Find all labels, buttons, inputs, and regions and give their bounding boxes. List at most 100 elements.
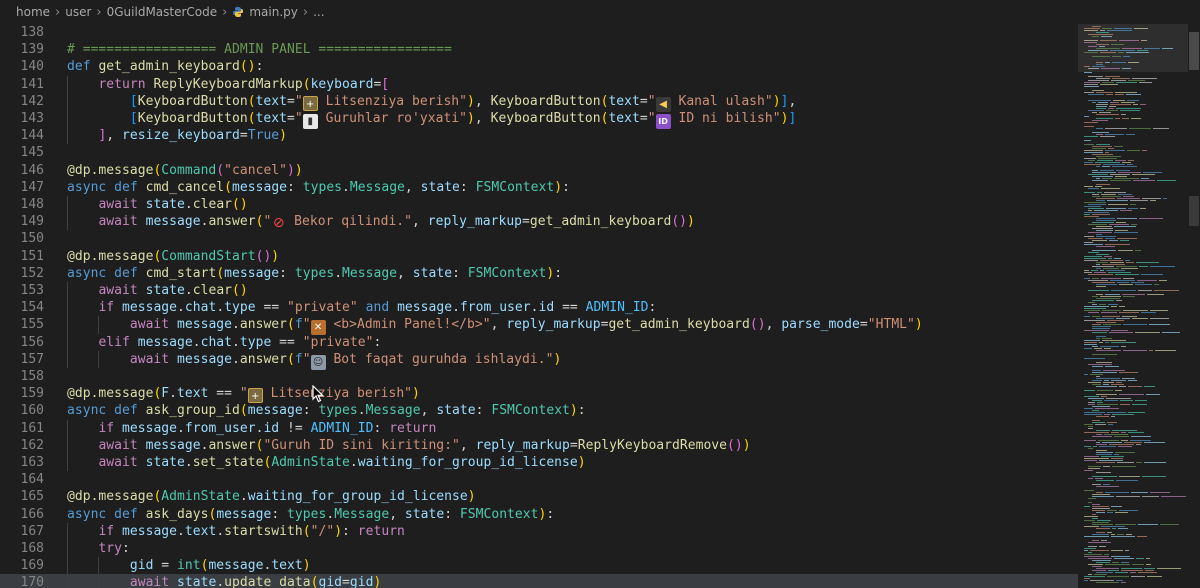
code-token: . [239, 489, 248, 505]
minimap-line [1127, 150, 1140, 151]
code-line[interactable]: 159 @dp.message(F.text == " + Litsenziya b… [0, 385, 1078, 404]
code-token: ) [467, 111, 475, 126]
code-line[interactable]: 141 return ReplyKeyboardMarkup(keyboard=… [0, 76, 1078, 93]
breadcrumb-item[interactable]: ... [313, 5, 324, 19]
breadcrumb-item[interactable]: main.py [249, 5, 298, 19]
code-line[interactable]: 168 try: [0, 540, 1078, 557]
code-line[interactable]: 146 @dp.message(Command("cancel")) [0, 162, 1078, 179]
minimap-line [1107, 532, 1112, 533]
minimap-line [1099, 304, 1106, 305]
code-line[interactable]: 160 async def ask_group_id(message: types… [0, 402, 1078, 419]
code-line[interactable]: 149 await message.answer(" ⊘ Bekor qilind… [0, 213, 1078, 232]
code-line[interactable]: 167 if message.text.startswith("/"): ret… [0, 523, 1078, 540]
minimap-line [1092, 172, 1116, 173]
minimap-line [1128, 412, 1145, 413]
code-line[interactable]: 145 [0, 144, 1078, 161]
minimap-line [1102, 340, 1126, 341]
minimap-line [1102, 82, 1114, 83]
code-token: != [279, 420, 311, 436]
minimap-line [1105, 342, 1109, 343]
minimap-line [1092, 228, 1113, 229]
code-token: == [271, 334, 303, 350]
minimap-line [1103, 268, 1119, 269]
minimap-line [1126, 134, 1135, 135]
emoji-no-icon: ⊘ [272, 215, 285, 232]
code-line[interactable]: 155 await message.answer(f" ✕ <b>Admin Pa… [0, 316, 1078, 336]
minimap-line [1084, 446, 1091, 447]
code-token: clear [192, 197, 233, 212]
minimap-line [1100, 296, 1121, 297]
scrollbar-thumb[interactable] [1189, 32, 1199, 70]
code-line[interactable]: 138 [0, 24, 1078, 41]
code-line[interactable]: 139 # ================= ADMIN PANEL =====… [0, 41, 1078, 58]
code-line[interactable]: 164 [0, 471, 1078, 488]
minimap-line [1154, 284, 1159, 285]
code-line[interactable]: 151 @dp.message(CommandStart()) [0, 248, 1078, 265]
vertical-scrollbar[interactable] [1188, 24, 1200, 588]
code-token: . [184, 283, 193, 298]
code-line[interactable]: 144 ], resize_keyboard=True) [0, 127, 1078, 144]
code-line[interactable]: 162 await message.answer("Guruh ID sini … [0, 437, 1078, 454]
breadcrumb: home › user › 0GuildMasterCode › main.py ›... [0, 0, 1200, 24]
minimap-line [1097, 404, 1118, 405]
minimap-line [1096, 44, 1109, 45]
minimap-line [1096, 362, 1112, 363]
code-line[interactable]: 161 if message.from_user.id != ADMIN_ID:… [0, 420, 1078, 437]
minimap[interactable] [1078, 24, 1188, 588]
code-line[interactable]: 152 async def cmd_start(message: types.Me… [0, 265, 1078, 282]
minimap-line [1084, 270, 1089, 271]
code-line[interactable]: 156 elif message.chat.type == "private": [0, 334, 1078, 351]
minimap-line [1098, 102, 1108, 103]
minimap-line [1102, 442, 1122, 443]
code-line[interactable]: 143 [KeyboardButton(text=" ▮ Guruhlar ro'… [0, 110, 1078, 129]
breadcrumb-item[interactable]: 0GuildMasterCode [107, 5, 218, 19]
minimap-line [1105, 62, 1110, 63]
code-line[interactable]: 157 await message.answer(f" ☺ Bot faqat g… [0, 351, 1078, 370]
minimap-line [1084, 316, 1090, 317]
code-token: state [145, 197, 185, 212]
minimap-line [1099, 460, 1123, 461]
code-line[interactable]: 150 [0, 230, 1078, 247]
code-line[interactable]: 147 async def cmd_cancel(message: types.M… [0, 179, 1078, 196]
code-editor[interactable]: 138 139 # ================= ADMIN PANEL ==… [0, 24, 1078, 588]
code-line[interactable]: 153 await state.clear() [0, 282, 1078, 299]
minimap-line [1135, 250, 1141, 251]
minimap-line [1138, 572, 1157, 573]
code-line[interactable]: 140 def get_admin_keyboard(): [0, 58, 1078, 75]
code-token: chat [184, 300, 217, 316]
code-line[interactable]: 170 await state.update_data(gid=gid) [0, 574, 1078, 588]
minimap-line [1137, 280, 1157, 281]
code-token: ADMIN_ID [310, 420, 374, 436]
breadcrumb-item[interactable]: home [16, 5, 50, 19]
minimap-line [1084, 440, 1096, 441]
minimap-line [1119, 312, 1139, 313]
minimap-line [1149, 350, 1153, 351]
breadcrumb-item[interactable]: user [65, 5, 91, 19]
code-token: = [153, 558, 178, 574]
minimap-line [1108, 272, 1131, 273]
code-line[interactable]: 154 if message.chat.type == "private" an… [0, 299, 1078, 316]
code-line[interactable]: 169 gid = int(message.text) [0, 557, 1078, 574]
code-token: . [216, 575, 225, 588]
code-line[interactable]: 165 @dp.message(AdminState.waiting_for_gr… [0, 488, 1078, 505]
code-token: gid [318, 575, 343, 588]
code-line[interactable]: 142 [KeyboardButton(text=" + Litsenziya b… [0, 93, 1078, 112]
code-line[interactable]: 148 await state.clear() [0, 196, 1078, 213]
minimap-line [1101, 312, 1117, 313]
code-line[interactable]: 166 async def ask_days(message: types.Mes… [0, 506, 1078, 523]
minimap-line [1100, 84, 1118, 85]
code-line[interactable]: 163 await state.set_state(AdminState.wai… [0, 454, 1078, 471]
code-token: message [232, 179, 288, 195]
code-token: text [177, 386, 209, 402]
minimap-line [1088, 312, 1099, 313]
code-token: ask_days [145, 506, 209, 522]
code-token: . [232, 351, 240, 367]
code-token: == [208, 386, 240, 402]
minimap-line [1084, 548, 1096, 549]
code-line[interactable]: 158 [0, 368, 1078, 385]
minimap-line [1092, 406, 1110, 407]
